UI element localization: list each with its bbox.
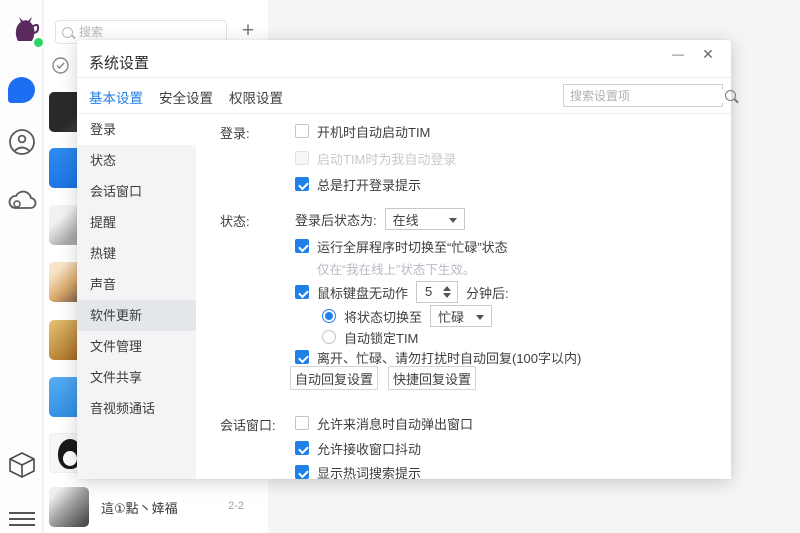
nav-item-status[interactable]: 状态 [77,145,196,176]
contacts-icon [8,128,36,156]
conversation-name[interactable]: 這①點丶婞福 [101,498,178,517]
search-input[interactable] [79,25,199,39]
app-box-icon [7,450,37,480]
dropdown-label: 登录后状态为: [295,210,377,229]
chevron-down-icon [449,218,457,223]
checkbox-label: 离开、忙碌、请勿打扰时自动回复(100字以内) [317,348,581,367]
idle-row[interactable]: 鼠标键盘无动作 5 分钟后: [295,280,509,304]
tab-permission-settings[interactable]: 权限设置 [229,87,283,115]
status-dropdown[interactable]: 在线 [385,208,465,230]
main-menu-button[interactable] [0,508,43,530]
autoreply-row[interactable]: 离开、忙碌、请勿打扰时自动回复(100字以内) [295,347,581,367]
checkbox-checked[interactable] [295,350,309,364]
apps-button[interactable] [0,450,43,480]
checkbox-checked[interactable] [295,441,309,455]
checkbox-disabled [295,151,309,165]
left-rail [0,0,43,533]
popup-row[interactable]: 允许来消息时自动弹出窗口 [295,413,473,433]
nav-item-av-call[interactable]: 音视频通话 [77,393,196,424]
checkbox-label: 允许接收窗口抖动 [317,439,421,458]
checkbox-checked[interactable] [295,465,309,479]
status-section-label: 状态: [220,211,250,230]
minutes-stepper[interactable]: 5 [416,281,458,303]
busy-dropdown[interactable]: 忙碌 [430,305,492,327]
radio-label: 自动锁定TIM [344,328,418,347]
autoreply-settings-button[interactable]: 自动回复设置 [290,366,378,390]
stepper-up-icon[interactable] [443,286,451,291]
radio-label: 将状态切换至 [344,307,422,326]
checkbox-unchecked[interactable] [295,124,309,138]
header-divider [77,77,731,78]
tab-security-settings[interactable]: 安全设置 [159,87,213,115]
nav-item-reminder[interactable]: 提醒 [77,207,196,238]
checkbox-unchecked[interactable] [295,416,309,430]
stepper-suffix: 分钟后: [466,283,509,302]
system-settings-dialog: 系统设置 — ✕ 基本设置 安全设置 权限设置 登录 状态 会话窗口 提醒 热键… [77,40,731,479]
nav-item-session-window[interactable]: 会话窗口 [77,176,196,207]
settings-nav: 登录 状态 会话窗口 提醒 热键 声音 软件更新 文件管理 文件共享 音视频通话 [77,114,196,479]
dialog-title: 系统设置 [89,52,149,73]
fullscreen-note: 仅在“我在线上”状态下生效。 [317,258,475,278]
nav-item-software-update[interactable]: 软件更新 [77,300,196,331]
fullscreen-busy-row[interactable]: 运行全屏程序时切换至“忙碌”状态 [295,236,508,256]
login-prompt-row[interactable]: 总是打开登录提示 [295,174,421,194]
nav-item-hotkey[interactable]: 热键 [77,238,196,269]
contacts-tab[interactable] [0,128,43,156]
checkbox-checked[interactable] [295,239,309,253]
login-section-label: 登录: [220,123,250,142]
stepper-value: 5 [425,284,432,299]
auto-lock-row[interactable]: 自动锁定TIM [322,327,418,347]
nav-item-login[interactable]: 登录 [77,114,196,145]
checkbox-label: 总是打开登录提示 [317,175,421,194]
cloud-icon [7,188,37,212]
hotword-row[interactable]: 显示热词搜索提示 [295,462,421,482]
checkbox-checked[interactable] [295,177,309,191]
minimize-button[interactable]: — [665,42,691,66]
stepper-down-icon[interactable] [443,293,451,298]
nav-item-sound[interactable]: 声音 [77,269,196,300]
checkbox-label: 开机时自动启动TIM [317,122,430,141]
settings-content: 登录: 开机时自动启动TIM 启动TIM时为我自动登录 总是打开登录提示 状态:… [196,114,731,479]
search-icon [62,27,73,38]
checkbox-checked[interactable] [295,285,309,299]
menu-icon [9,512,35,514]
search-icon [725,90,736,101]
dropdown-value: 忙碌 [438,307,464,326]
nav-item-file-sharing[interactable]: 文件共享 [77,362,196,393]
checkbox-label: 显示热词搜索提示 [317,463,421,482]
user-avatar[interactable] [8,13,42,47]
session-section-label: 会话窗口: [220,415,276,434]
checkbox-label: 允许来消息时自动弹出窗口 [317,414,473,433]
nav-item-file-management[interactable]: 文件管理 [77,331,196,362]
dropdown-value: 在线 [393,210,419,229]
close-button[interactable]: ✕ [695,42,721,66]
online-status-dot [32,36,45,49]
chat-bubble-icon [8,77,35,103]
after-login-status-row: 登录后状态为: 在线 [295,207,465,231]
checkbox-label: 鼠标键盘无动作 [317,283,408,302]
tim-main-window: + 這①點丶婞福 2-2 系统设置 — ✕ 基本设置 安全设置 权限设置 [0,0,800,533]
shake-row[interactable]: 允许接收窗口抖动 [295,438,421,458]
checkbox-label: 运行全屏程序时切换至“忙碌”状态 [317,237,508,256]
cloud-files-tab[interactable] [0,188,43,212]
conversation-avatar[interactable] [49,487,89,527]
switch-status-row[interactable]: 将状态切换至 忙碌 [322,304,492,328]
autostart-row[interactable]: 开机时自动启动TIM [295,121,430,141]
quickreply-settings-button[interactable]: 快捷回复设置 [388,366,476,390]
conversation-time: 2-2 [228,500,244,512]
chevron-down-icon [476,315,484,320]
settings-search-box[interactable] [563,84,723,107]
radio-unselected[interactable] [322,330,336,344]
autologin-row: 启动TIM时为我自动登录 [295,148,456,168]
settings-search-input[interactable] [570,89,725,103]
checkbox-label: 启动TIM时为我自动登录 [317,149,456,168]
messages-tab[interactable] [0,77,43,103]
read-all-icon[interactable] [52,57,69,79]
radio-selected[interactable] [322,309,336,323]
